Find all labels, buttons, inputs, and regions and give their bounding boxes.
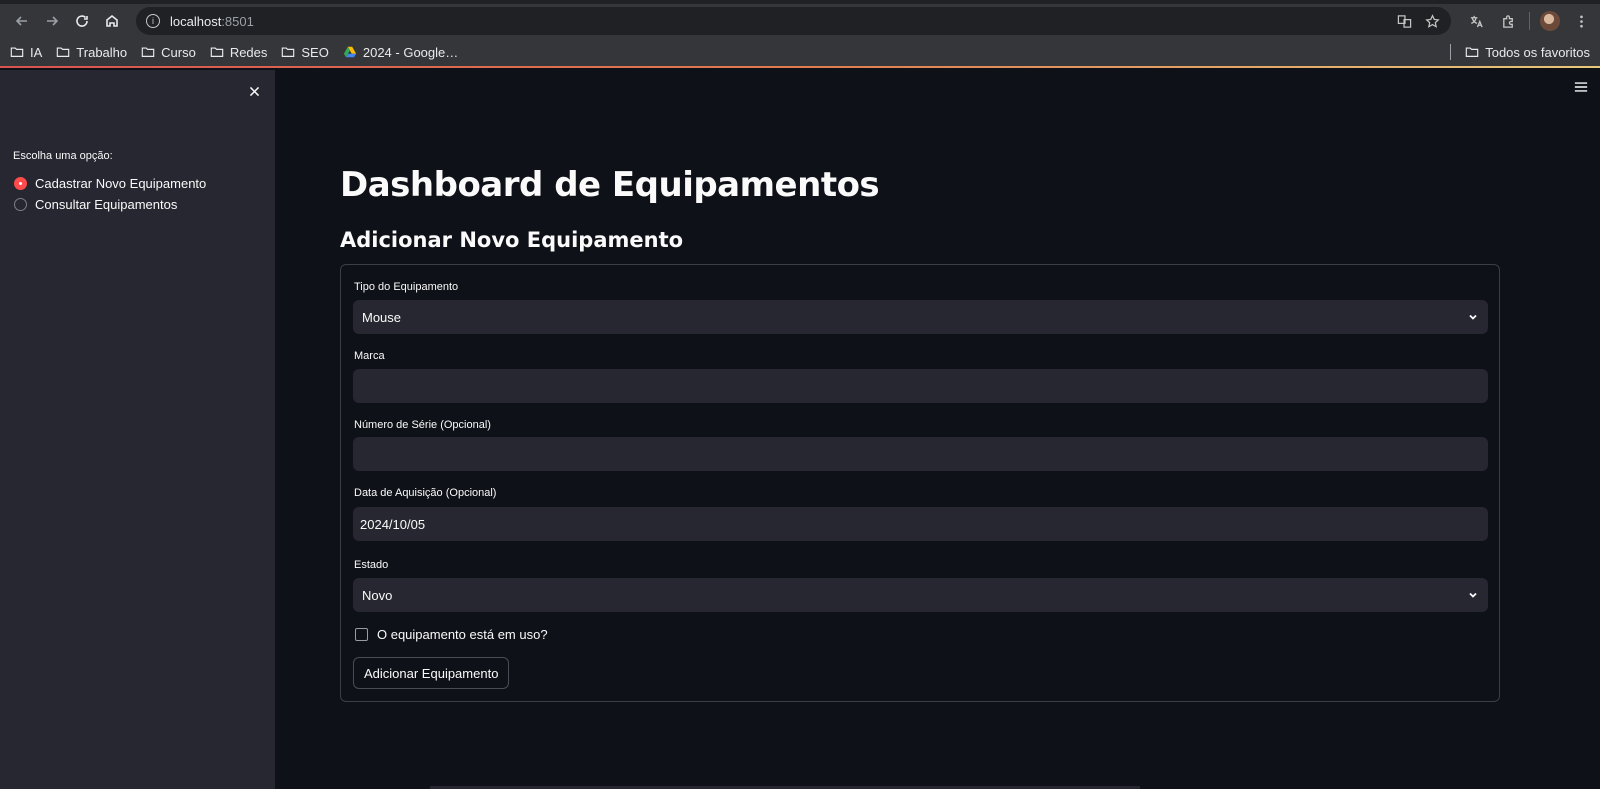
radio-group: Cadastrar Novo Equipamento Consultar Equi… <box>14 173 206 215</box>
site-info-icon[interactable]: i <box>146 14 160 28</box>
serie-field[interactable] <box>353 437 1488 471</box>
back-icon[interactable] <box>8 7 36 35</box>
radio-button[interactable] <box>14 198 27 211</box>
close-sidebar-icon[interactable] <box>245 82 263 100</box>
main-content: Dashboard de Equipamentos Adicionar Novo… <box>275 70 1600 789</box>
add-equipment-button[interactable]: Adicionar Equipamento <box>353 657 510 689</box>
translate-extension-icon[interactable] <box>1465 10 1487 32</box>
radio-button[interactable] <box>14 177 27 190</box>
bookmark-star-icon[interactable] <box>1423 12 1441 30</box>
bookmarks-bar: IA Trabalho Curso Redes SEO 2024 - Google… To… <box>0 38 1600 68</box>
serie-input[interactable] <box>362 446 1479 462</box>
bookmark-label: Redes <box>229 44 268 60</box>
profile-avatar[interactable] <box>1540 11 1560 31</box>
bookmark-item[interactable]: SEO <box>281 44 329 60</box>
estado-select[interactable]: Novo <box>353 578 1488 612</box>
em-uso-checkbox[interactable] <box>355 628 368 641</box>
all-bookmarks-label: Todos os favoritos <box>1485 44 1590 60</box>
url-port: :8501 <box>221 13 254 29</box>
marca-label: Marca <box>354 350 385 362</box>
bookmark-item[interactable]: Redes <box>210 44 268 60</box>
bookmark-item[interactable]: IA <box>10 45 42 60</box>
page-title: Dashboard de Equipamentos <box>340 165 880 205</box>
google-drive-icon <box>343 46 356 58</box>
radio-option-label: Cadastrar Novo Equipamento <box>35 176 207 191</box>
home-icon[interactable] <box>98 7 126 35</box>
equipment-form: Tipo do Equipamento Mouse Marca Número d… <box>340 264 1500 702</box>
chevron-down-icon <box>1469 592 1477 598</box>
form-heading: Adicionar Novo Equipamento <box>340 228 684 252</box>
bookmark-label: SEO <box>301 44 329 60</box>
folder-icon <box>210 47 224 57</box>
radio-option-label: Consultar Equipamentos <box>35 197 178 212</box>
bookmark-label: 2024 - Google… <box>362 44 459 60</box>
estado-label: Estado <box>354 559 389 571</box>
folder-icon <box>282 47 295 57</box>
main-menu-icon[interactable] <box>1574 80 1590 96</box>
all-bookmarks-link[interactable]: Todos os favoritos <box>1465 45 1590 60</box>
bookmark-label: IA <box>30 44 43 60</box>
app-root: Escolha uma opção: Cadastrar Novo Equipa… <box>0 70 1600 789</box>
tipo-select[interactable]: Mouse <box>353 300 1488 334</box>
url-host: localhost <box>170 13 222 29</box>
marca-input[interactable] <box>362 378 1479 394</box>
serie-label: Número de Série (Opcional) <box>354 419 491 431</box>
radio-option[interactable]: Consultar Equipamentos <box>14 194 206 215</box>
bookmark-item[interactable]: Curso <box>141 45 196 60</box>
chevron-down-icon <box>1469 314 1477 320</box>
bookmark-label: Curso <box>161 44 196 60</box>
date-value: 2024/10/05 <box>360 516 426 532</box>
tipo-value: Mouse <box>362 309 402 325</box>
kebab-menu-icon[interactable] <box>1570 10 1592 32</box>
bookmarks-separator <box>1450 44 1452 60</box>
forward-icon[interactable] <box>38 7 66 35</box>
date-field[interactable]: 2024/10/05 <box>353 507 1488 541</box>
tipo-label: Tipo do Equipamento <box>354 281 459 293</box>
reload-icon[interactable] <box>68 7 96 35</box>
bookmark-item[interactable]: 2024 - Google… <box>343 45 458 60</box>
em-uso-checkbox-row[interactable]: O equipamento está em uso? <box>355 627 548 642</box>
em-uso-label: O equipamento está em uso? <box>377 627 548 642</box>
toolbar-divider <box>1529 12 1530 30</box>
data-label: Data de Aquisição (Opcional) <box>354 487 497 499</box>
folder-icon <box>141 47 155 57</box>
bookmark-item[interactable]: Trabalho <box>56 45 127 60</box>
marca-field[interactable] <box>353 369 1488 403</box>
sidebar: Escolha uma opção: Cadastrar Novo Equipa… <box>0 70 275 789</box>
folder-icon <box>1465 47 1479 57</box>
radio-group-label: Escolha uma opção: <box>13 150 113 162</box>
translate-icon[interactable] <box>1395 12 1413 30</box>
estado-value: Novo <box>362 587 393 603</box>
folder-icon <box>57 47 70 57</box>
radio-option[interactable]: Cadastrar Novo Equipamento <box>14 173 206 194</box>
extensions-icon[interactable] <box>1497 10 1519 32</box>
bookmark-label: Trabalho <box>76 44 128 60</box>
browser-toolbar: i localhost:8501 <box>0 4 1600 38</box>
address-bar[interactable]: i localhost:8501 <box>136 7 1451 35</box>
folder-icon <box>10 47 24 57</box>
